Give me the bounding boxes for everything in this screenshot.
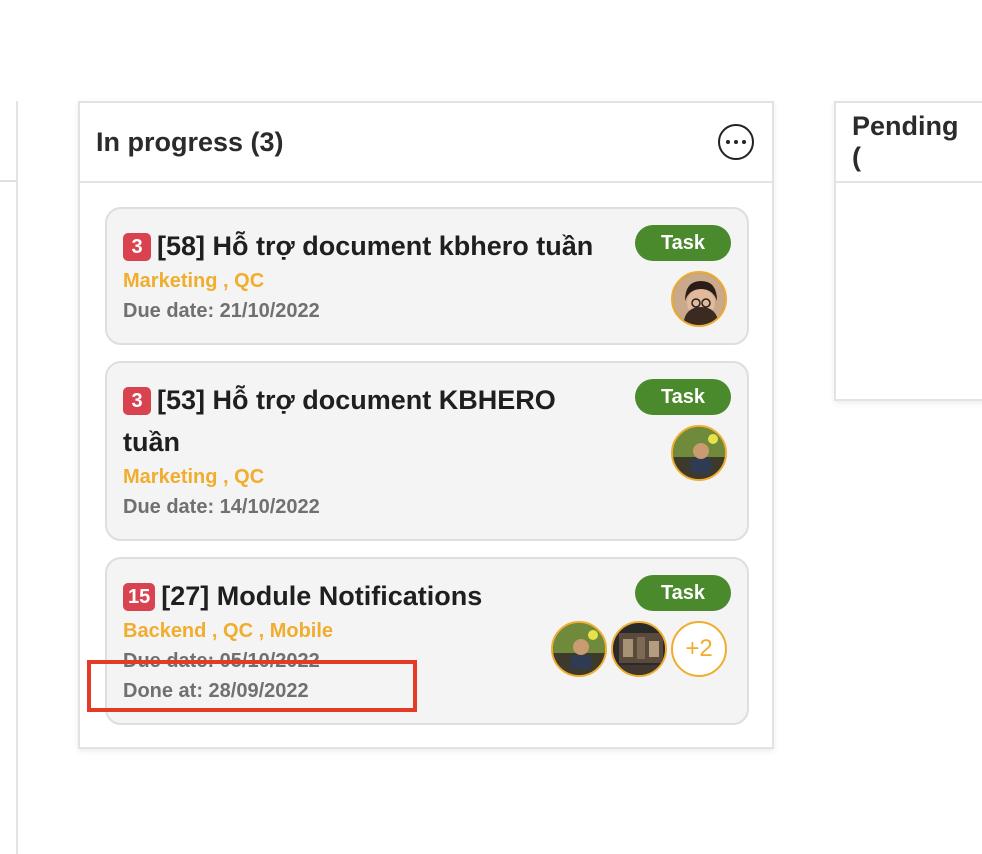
column-title: In progress (3): [96, 126, 284, 157]
column-pending: Pending (: [834, 101, 982, 401]
avatar[interactable]: [671, 425, 727, 481]
card-tags: Marketing , QC: [123, 270, 265, 292]
card-tags: Marketing , QC: [123, 466, 265, 488]
done-date: Done at: 28/09/2022: [123, 680, 309, 702]
column-header: In progress (3): [80, 103, 772, 183]
count-badge: 3: [123, 387, 151, 415]
count-badge: 15: [123, 583, 156, 611]
column-header: Pending (: [836, 103, 982, 183]
column-title: Pending (: [852, 111, 959, 172]
due-date: Due date: 21/10/2022: [123, 300, 320, 322]
card-title-text: [58] Hỗ trợ document kbhero tuần: [157, 231, 594, 261]
task-card[interactable]: 3 [53] Hỗ trợ document KBHERO tuần Market…: [105, 361, 749, 541]
task-type-badge: Task: [635, 379, 731, 415]
task-card[interactable]: 3 [58] Hỗ trợ document kbhero tuần Market…: [105, 207, 749, 345]
column-in-progress: In progress (3) 3 [58] Hỗ trợ document kb…: [78, 101, 774, 749]
due-date: Due date: 05/10/2022: [123, 650, 320, 672]
task-type-badge: Task: [635, 225, 731, 261]
avatar[interactable]: [671, 271, 727, 327]
avatar[interactable]: [551, 621, 607, 677]
card-title: 15 [27] Module Notifications: [123, 575, 593, 617]
more-options-icon[interactable]: [718, 124, 754, 160]
kanban-board: In progress (3) 3 [58] Hỗ trợ document kb…: [0, 0, 982, 854]
more-assignees[interactable]: +2: [671, 621, 727, 677]
card-title-text: [53] Hỗ trợ document KBHERO tuần: [123, 385, 556, 457]
card-title: 3 [58] Hỗ trợ document kbhero tuần: [123, 225, 643, 267]
card-title-text: [27] Module Notifications: [161, 581, 483, 611]
due-date: Due date: 14/10/2022: [123, 496, 320, 518]
previous-column: [0, 101, 18, 854]
count-badge: 3: [123, 233, 151, 261]
avatar[interactable]: [611, 621, 667, 677]
previous-column-header-divider: [0, 180, 18, 182]
card-tags: Backend , QC , Mobile: [123, 620, 334, 642]
card-title: 3 [53] Hỗ trợ document KBHERO tuần: [123, 379, 603, 463]
task-card[interactable]: 15 [27] Module Notifications Backend , QC…: [105, 557, 749, 725]
task-type-badge: Task: [635, 575, 731, 611]
